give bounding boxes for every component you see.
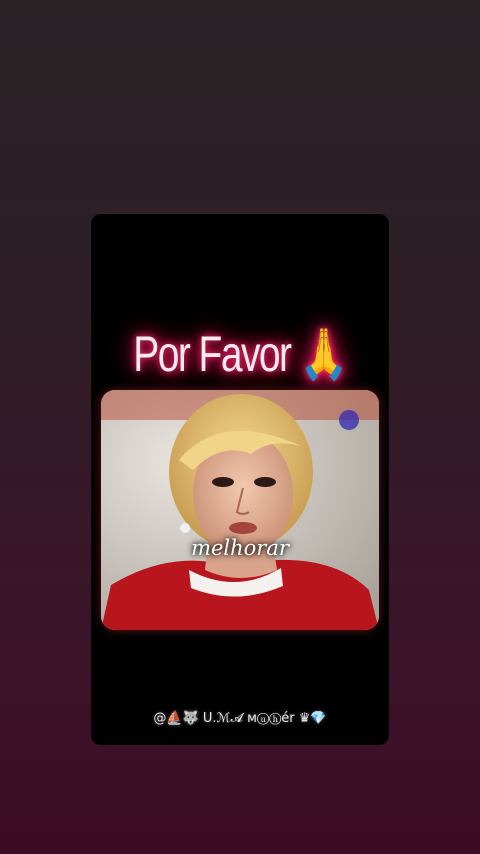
story-title: Por Favor 🙏 bbox=[133, 326, 348, 382]
story-card: Por Favor 🙏 melhorar @⛵🐺 U.ℳ𝓐 ᴍⓤⓗér ♛💎 bbox=[91, 214, 389, 745]
video-caption: melhorar bbox=[191, 536, 289, 560]
video-frame[interactable]: melhorar bbox=[101, 390, 379, 630]
video-still-image bbox=[101, 390, 379, 630]
user-signature: @⛵🐺 U.ℳ𝓐 ᴍⓤⓗér ♛💎 bbox=[153, 711, 327, 726]
